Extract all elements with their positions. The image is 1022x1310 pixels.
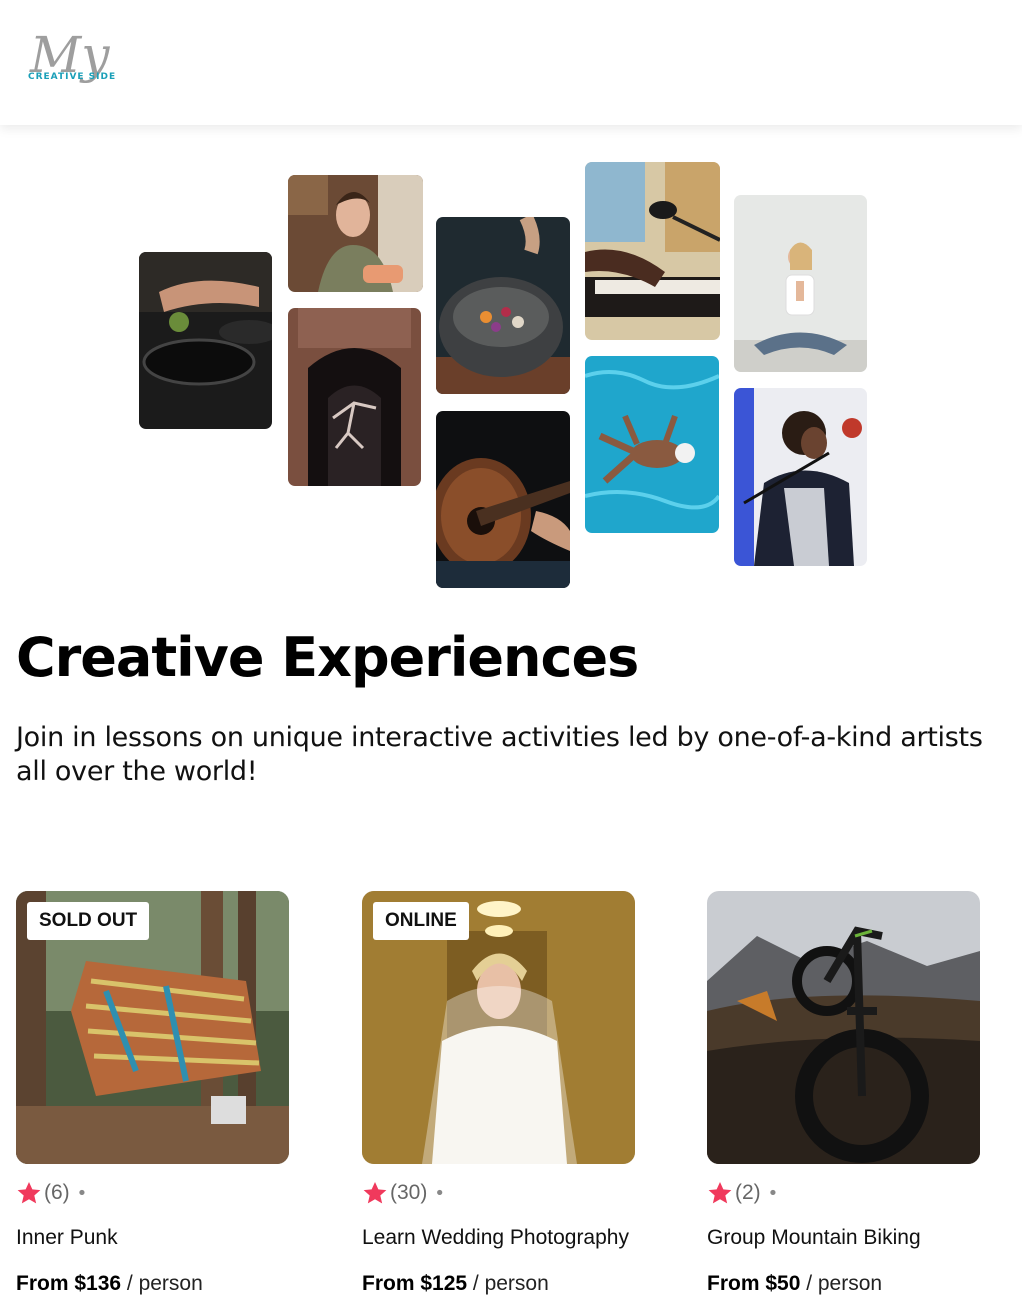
rating-count: (2) (735, 1181, 761, 1204)
page-subtitle: Join in lessons on unique interactive ac… (16, 722, 983, 787)
card-price: From $136 / person (16, 1272, 203, 1296)
price-amount: From $50 (707, 1272, 801, 1295)
page-title: Creative Experiences (16, 626, 639, 689)
card-image-mountain-biking[interactable] (707, 891, 980, 1164)
card-title[interactable]: Learn Wedding Photography (362, 1226, 629, 1250)
piano-microphone-photo (585, 162, 720, 340)
baker-woman-photo (288, 175, 423, 292)
experience-card[interactable]: ONLINE (362, 891, 635, 1164)
online-badge: ONLINE (373, 902, 469, 940)
dancer-archway-photo (288, 308, 421, 486)
separator-dot: • (434, 1182, 445, 1204)
star-icon (708, 1181, 732, 1204)
separator-dot: • (767, 1182, 779, 1204)
card-price: From $125 / person (362, 1272, 549, 1296)
card-title[interactable]: Inner Punk (16, 1226, 118, 1250)
food-bowl-photo (436, 217, 570, 394)
separator-dot: • (76, 1182, 88, 1204)
sold-out-badge: SOLD OUT (27, 902, 150, 940)
guitar-photo (436, 411, 570, 588)
card-image-wedding[interactable]: ONLINE (362, 891, 635, 1164)
brand-logo[interactable]: My CREATIVE SIDE (26, 22, 126, 100)
price-unit: / person (467, 1272, 549, 1295)
price-unit: / person (121, 1272, 203, 1295)
rating: (6) • (16, 1180, 87, 1206)
price-unit: / person (800, 1272, 883, 1295)
hero-collage (0, 125, 1022, 605)
star-icon (363, 1181, 387, 1204)
rating: (30) • (362, 1180, 445, 1206)
card-image-inner-punk[interactable]: SOLD OUT (16, 891, 289, 1164)
singer-photo (734, 388, 867, 566)
price-amount: From $125 (362, 1272, 468, 1295)
rating-count: (6) (44, 1181, 70, 1204)
rating-count: (30) (390, 1181, 428, 1204)
yoga-woman-photo (734, 195, 867, 372)
cooking-pans-photo (139, 252, 272, 429)
star-icon (17, 1181, 41, 1204)
swimmer-photo (585, 356, 719, 533)
price-amount: From $136 (16, 1272, 122, 1295)
rating: (2) • (707, 1180, 778, 1206)
experience-card[interactable]: SOLD OUT (16, 891, 289, 1164)
experience-card[interactable] (707, 891, 980, 1164)
card-title[interactable]: Group Mountain Biking (707, 1226, 921, 1250)
card-price: From $50 / person (707, 1272, 882, 1296)
site-header: My CREATIVE SIDE (0, 0, 1022, 125)
svg-text:CREATIVE SIDE: CREATIVE SIDE (28, 72, 116, 82)
